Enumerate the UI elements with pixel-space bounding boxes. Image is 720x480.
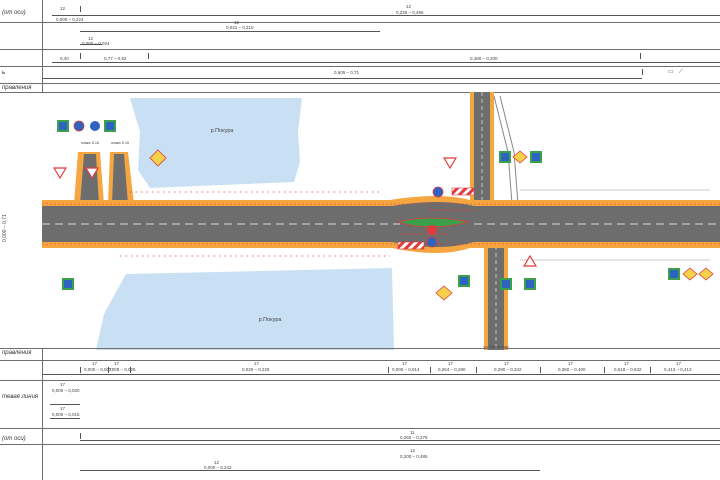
river-top-label: р.Покура	[211, 128, 235, 134]
bottom-r2-text-2: 0,000 – 0,015	[52, 412, 80, 417]
bottom-row2-label: тевая линия	[2, 394, 39, 400]
road-plan-drawing: р.Покура р.Покура знака 5.16 знака 5.16	[2, 92, 720, 350]
bottom-r2-num-2: 17	[60, 406, 66, 411]
bottom-r1-num-2: 17	[114, 361, 120, 366]
bottom-r1-text-9: 0,413 – 0,413	[664, 367, 692, 372]
bottom-r4-text-1: 0,000 – 0,242	[204, 465, 232, 470]
bottom-r2-num-1: 17	[60, 382, 66, 387]
top-row4-label: ь	[2, 70, 6, 76]
top-r1-range-1: 0,000 – 0,224	[56, 17, 84, 22]
top-row1-label: (от оси)	[2, 10, 26, 16]
top-table: (от оси) ь правления 12 0,000 – 0,224 12…	[0, 0, 720, 93]
left-vertical-label: 0,000 – 0,71	[2, 214, 8, 242]
top-r4-mark: ▭ ⟋	[668, 69, 683, 75]
top-r1-num-2: 12	[406, 4, 412, 9]
bus-label-1: знака 5.16	[81, 141, 99, 145]
bottom-r1-text-8: 0,618 – 0,632	[614, 367, 642, 372]
bottom-r1-num-4: 17	[402, 361, 408, 366]
round-sign-1	[432, 186, 444, 198]
top-r4-value: 0,605 – 0,71	[334, 70, 360, 75]
top-r3-b: 0,77 – 0,92	[104, 56, 127, 61]
sign-cluster-left	[57, 120, 116, 132]
bottom-r1-text-4: 0,000 – 0,014	[392, 367, 420, 372]
river-bottom-label: р.Покура	[259, 317, 283, 323]
top-row5-label: правления	[2, 85, 32, 91]
bottom-r1-num-3: 17	[254, 361, 260, 366]
top-r2-range-1: 0,031 – 0,210	[226, 25, 254, 30]
bottom-r1-num-1: 17	[92, 361, 98, 366]
top-r3-a: 0,40	[60, 56, 69, 61]
barrier-top	[451, 187, 475, 196]
round-sign-3	[426, 236, 438, 248]
river-bottom-water	[96, 268, 394, 350]
triangle-sign-center	[442, 157, 458, 170]
top-r3-c: 0,480 – 0,200	[470, 56, 498, 61]
barrier-bottom	[397, 241, 425, 250]
bottom-r1-text-6: 0,290 – 0,342	[494, 367, 522, 372]
bottom-row1-label: правления	[2, 350, 32, 356]
top-r1-num-1: 12	[60, 6, 66, 11]
sign-cluster-right	[499, 150, 542, 164]
bottom-r1-text-5: 0,264 – 0,280	[438, 367, 466, 372]
round-sign-2	[427, 225, 437, 235]
bottom-r2-text-1: 0,000 – 0,020	[52, 388, 80, 393]
bottom-r1-num-5: 17	[448, 361, 454, 366]
bottom-r1-num-6: 17	[504, 361, 510, 366]
bottom-r3-text-2: 0,200 – 0,485	[400, 454, 428, 459]
bus-label-2: знака 5.16	[111, 141, 129, 145]
bottom-r1-num-9: 17	[676, 361, 682, 366]
warning-diamond-bottom	[435, 285, 453, 301]
bottom-r1-num-8: 17	[624, 361, 630, 366]
bottom-table: правления тевая линия (от оси) 17 0,000 …	[0, 348, 720, 480]
bottom-r3-num-2: 12	[410, 448, 416, 453]
bottom-r1-num-7: 17	[568, 361, 574, 366]
triangle-sign-bottom	[522, 254, 538, 267]
bottom-r1-text-2: 0,008 – 0,025	[108, 367, 136, 372]
bottom-r3-text-1: 0,260 – 0,276	[400, 435, 428, 440]
triangle-sign-left-1	[52, 167, 68, 180]
river-top-water	[130, 98, 302, 188]
top-r1-range-2: 0,225 – 0,485	[396, 10, 424, 15]
sign-cluster-far-right	[668, 267, 714, 281]
bottom-row3-label: (от оси)	[2, 436, 26, 442]
top-r2-range-2: 0,000 – 0,024	[82, 41, 110, 46]
bottom-r1-text-7: 0,360 – 0,400	[558, 367, 586, 372]
bottom-r1-text-3: 0,026 – 0,226	[242, 367, 270, 372]
